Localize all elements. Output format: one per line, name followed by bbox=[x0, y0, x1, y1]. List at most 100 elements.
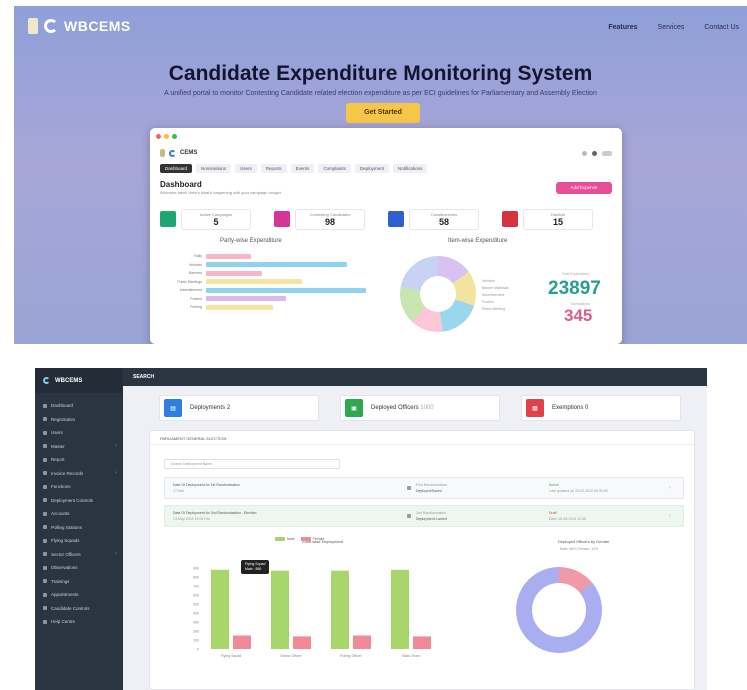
bell-icon[interactable] bbox=[582, 150, 587, 156]
preview-page-title: Dashboard bbox=[160, 180, 202, 189]
tab-notifications[interactable]: Notifications bbox=[392, 164, 428, 173]
user-menu[interactable] bbox=[602, 150, 612, 156]
bar-male[interactable] bbox=[331, 570, 349, 649]
menu-icon bbox=[43, 498, 47, 503]
sidebar-item-label: Flying Squads bbox=[51, 538, 80, 544]
deployment-search-input[interactable]: Search Deployment Name bbox=[164, 459, 340, 469]
sidebar-item[interactable]: Polling Stations bbox=[35, 521, 123, 535]
chevron-right-icon[interactable]: › bbox=[669, 485, 671, 491]
sidebar-item[interactable]: Sector Officers › bbox=[35, 548, 123, 562]
bar-male[interactable] bbox=[211, 569, 229, 649]
sidebar-brand[interactable]: WBCEMS bbox=[35, 368, 123, 393]
deployment-row[interactable]: Date Of Deployment for 1st Randomization… bbox=[164, 477, 684, 499]
sidebar-item[interactable]: Registration bbox=[35, 413, 123, 427]
officer-icon: ▣ bbox=[345, 399, 363, 417]
total-expenditure-value: 23897 bbox=[548, 278, 601, 299]
preview-page-subtitle: Welcome back! Here's what's happening wi… bbox=[160, 190, 281, 195]
party-chart-title: Party-wise Expenditure bbox=[220, 238, 282, 244]
topbar-label[interactable]: SEARCH bbox=[133, 374, 154, 380]
menu-icon bbox=[43, 606, 47, 611]
y-tick-label: 900 bbox=[193, 567, 199, 571]
sidebar-item[interactable]: Trainings bbox=[35, 575, 123, 589]
row-mid-value: Deployment Locked bbox=[416, 517, 447, 521]
get-started-button[interactable]: Get Started bbox=[346, 103, 420, 123]
sidebar-item[interactable]: Users bbox=[35, 426, 123, 440]
kpi-deployments[interactable]: ▤ Deployments 2 bbox=[159, 395, 319, 421]
bar-category: Public Meetings bbox=[177, 279, 202, 284]
party-bar-chart: Rally Vehicles Banners Public Meetings Adver… bbox=[160, 252, 380, 312]
nav-link-contact[interactable]: Contact Us bbox=[704, 24, 739, 31]
legend-item[interactable]: Female bbox=[300, 537, 324, 542]
landing-navbar: WBCEMS Features Services Contact Us bbox=[14, 6, 747, 50]
deployment-row[interactable]: Date Of Deployment for 2nd Randomization… bbox=[164, 505, 684, 527]
sidebar-item[interactable]: Functions bbox=[35, 480, 123, 494]
sidebar-item[interactable]: Report bbox=[35, 453, 123, 467]
legend-swatch bbox=[300, 537, 311, 542]
sidebar-item[interactable]: Invoice Records › bbox=[35, 467, 123, 481]
sidebar-item[interactable]: Dashboard bbox=[35, 399, 123, 413]
bar-category: Advertisement bbox=[179, 288, 202, 293]
bar-female[interactable] bbox=[413, 636, 431, 649]
tab-events[interactable]: Events bbox=[290, 164, 315, 173]
sidebar-item[interactable]: Candidate Controls bbox=[35, 602, 123, 616]
deployment-icon: ▤ bbox=[164, 399, 182, 417]
tab-nominations[interactable]: Nominations bbox=[196, 164, 232, 173]
sidebar-item[interactable]: Accounts bbox=[35, 507, 123, 521]
dashboard-preview: CEMS Dashboard Nominations Users Reports… bbox=[150, 128, 622, 344]
y-tick-label: 600 bbox=[193, 594, 199, 598]
kpi-exemptions[interactable]: ▦ Exemptions 0 bbox=[521, 395, 681, 421]
donut-legend: Vehicles Banner Materials Advertisement … bbox=[482, 278, 508, 313]
tab-dashboard[interactable]: Dashboard bbox=[160, 164, 193, 173]
kpi-deployed-officers[interactable]: ▣ Deployed Officers 1000 bbox=[340, 395, 500, 421]
settings-icon[interactable] bbox=[592, 150, 597, 156]
nav-link-services[interactable]: Services bbox=[658, 24, 685, 31]
legend-item[interactable]: Male bbox=[275, 537, 295, 542]
row-date: 17-Mar bbox=[173, 489, 185, 493]
y-tick-label: 200 bbox=[193, 630, 199, 634]
sidebar: WBCEMS Dashboard Registration Users Master ›… bbox=[35, 368, 123, 690]
menu-icon bbox=[43, 444, 47, 449]
chevron-right-icon[interactable]: › bbox=[669, 513, 671, 519]
sidebar-item[interactable]: Help Centre bbox=[35, 615, 123, 629]
sidebar-item-label: Polling Stations bbox=[51, 524, 83, 530]
menu-icon bbox=[43, 579, 47, 584]
sidebar-item-label: Deployment Controls bbox=[51, 497, 94, 503]
tab-reports[interactable]: Reports bbox=[260, 164, 287, 173]
x-tick-label: Sector Officer bbox=[280, 654, 302, 658]
bar-female[interactable] bbox=[293, 636, 311, 649]
bar bbox=[206, 253, 251, 259]
tab-complaints[interactable]: Complaints bbox=[318, 164, 351, 173]
bar bbox=[206, 262, 347, 268]
stat-card: Contesting Candidates 98 bbox=[274, 206, 382, 232]
nav-link-features[interactable]: Features bbox=[608, 24, 637, 31]
stat-value: 5 bbox=[213, 216, 219, 227]
add-expense-button[interactable]: Add Expense bbox=[556, 182, 612, 194]
sidebar-item[interactable]: Observations bbox=[35, 561, 123, 575]
sidebar-item[interactable]: Flying Squads bbox=[35, 534, 123, 548]
tab-deployment[interactable]: Deployment bbox=[354, 164, 389, 173]
preview-header: CEMS bbox=[160, 146, 612, 160]
bar bbox=[206, 304, 274, 310]
tab-users[interactable]: Users bbox=[235, 164, 257, 173]
document-icon bbox=[407, 514, 411, 518]
kpi-value: 2 bbox=[226, 405, 231, 411]
logo-ring-icon bbox=[169, 149, 176, 157]
sidebar-item[interactable]: Master › bbox=[35, 440, 123, 454]
stat-label: Contesting Candidates bbox=[309, 211, 351, 217]
menu-icon bbox=[43, 484, 47, 489]
bar-male[interactable] bbox=[271, 570, 289, 649]
bar-female[interactable] bbox=[233, 635, 251, 650]
sidebar-item[interactable]: Appointments bbox=[35, 588, 123, 602]
sidebar-item[interactable]: Deployment Controls bbox=[35, 494, 123, 508]
x-tick-label: Static Team bbox=[402, 654, 420, 658]
logo-ring-icon bbox=[44, 19, 58, 33]
bar-female[interactable] bbox=[353, 635, 371, 650]
tooltip-line: Male : 880 bbox=[245, 567, 262, 571]
sidebar-item-label: Master bbox=[51, 443, 65, 449]
y-tick-label: 100 bbox=[193, 639, 199, 643]
kpi-value: 1000 bbox=[420, 405, 434, 411]
bar-male[interactable] bbox=[391, 569, 409, 649]
landing-logo[interactable]: WBCEMS bbox=[28, 18, 131, 34]
donut-chart-title: Deployed Officers by Gender bbox=[558, 539, 610, 544]
exemption-icon: ▦ bbox=[526, 399, 544, 417]
